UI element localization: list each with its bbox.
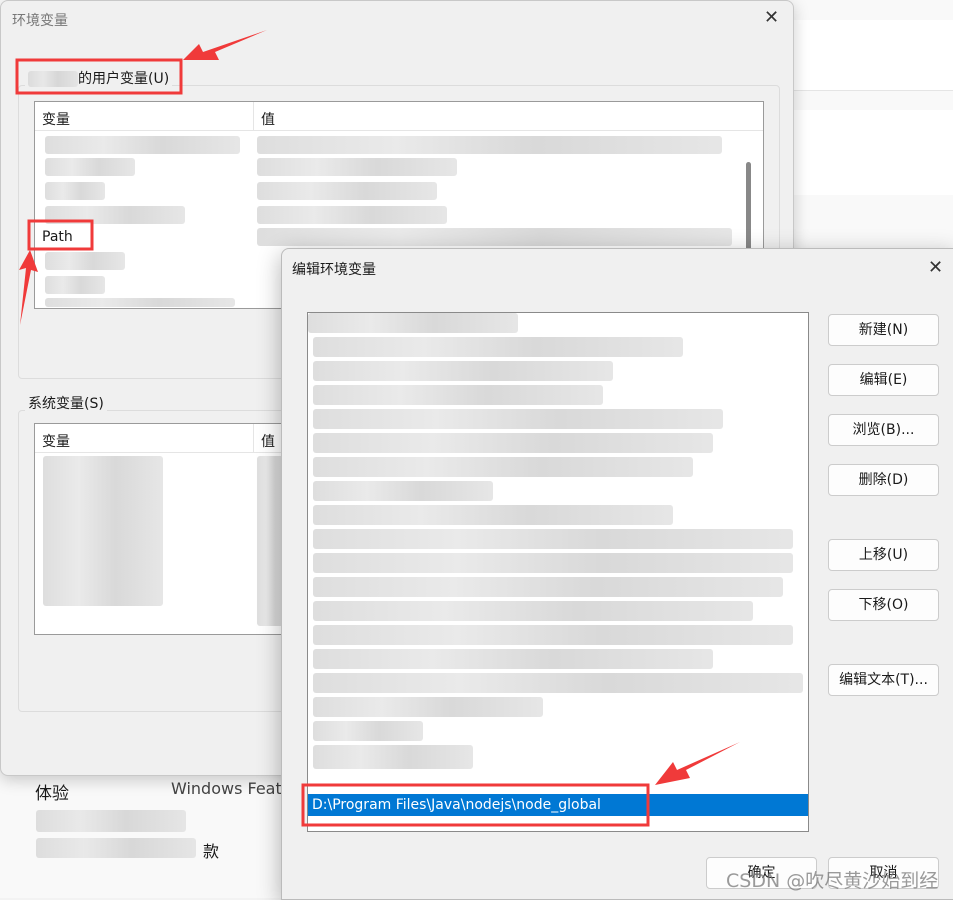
arrow-icon: [183, 30, 267, 60]
highlight-box: [15, 58, 183, 95]
arrow-icon: [655, 742, 740, 785]
highlight-box: [27, 219, 94, 251]
annotation-overlay: [15, 30, 740, 827]
highlight-box: [301, 783, 650, 827]
arrow-icon: [19, 250, 38, 325]
